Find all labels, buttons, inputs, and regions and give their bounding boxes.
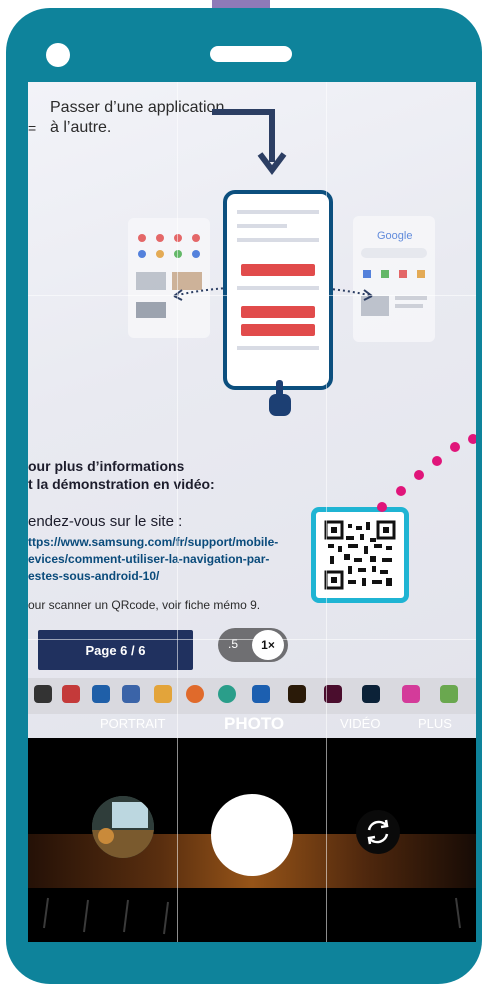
slide-title-line1: Passer d’une application: [50, 99, 225, 116]
viewfinder-slide: = Passer d’une application à l’autre. Go…: [28, 82, 476, 772]
ghost-google-label: Google: [377, 230, 413, 242]
camera-screen: = Passer d’une application à l’autre. Go…: [28, 82, 476, 942]
phone-frame: = Passer d’une application à l’autre. Go…: [6, 8, 482, 984]
camera-controls: [28, 738, 476, 942]
photoshop-icon: [362, 685, 380, 703]
ill-bar: [237, 238, 319, 242]
page-indicator: Page 6 / 6: [38, 630, 193, 670]
app-icon: [402, 685, 420, 703]
ill-bar: [237, 210, 319, 214]
illustrator-icon: [288, 685, 306, 703]
info-line1: our plus d’informations: [28, 458, 185, 474]
ill-bar: [237, 346, 319, 350]
grid-line: [28, 639, 476, 640]
pink-dot: [396, 486, 406, 496]
qr-code-icon: [324, 520, 396, 590]
outlook-icon: [252, 685, 270, 703]
pink-dot: [468, 434, 476, 444]
photographed-taskbar: [28, 678, 476, 714]
edge-icon: [218, 685, 236, 703]
gallery-thumbnail-preview: [92, 796, 154, 858]
mode-more[interactable]: PLUS: [418, 716, 452, 731]
url-text: ttps://www.samsung.com/fr/support/mobile…: [28, 534, 278, 585]
pink-dot: [432, 456, 442, 466]
slide-title: Passer d’une application à l’autre.: [50, 98, 224, 138]
gallery-thumbnail[interactable]: [92, 796, 154, 858]
pink-dot: [450, 442, 460, 452]
taskbar-app-icon: [62, 685, 80, 703]
slack-icon: [440, 685, 458, 703]
url-line1: ttps://www.samsung.com/fr/support/mobile…: [28, 535, 279, 549]
mode-video[interactable]: VIDÉO: [340, 716, 380, 731]
phone-illustration: [223, 190, 333, 390]
flip-camera-icon: [367, 819, 389, 845]
info-text: our plus d’informations t la démonstrati…: [28, 457, 215, 493]
speaker-slot: [210, 46, 292, 62]
teams-icon: [122, 685, 140, 703]
pink-dot: [414, 470, 424, 480]
ill-bar: [237, 286, 319, 290]
page-frame: = Passer d’une application à l’autre. Go…: [0, 0, 484, 989]
scan-note: our scanner un QRcode, voir fiche mémo 9…: [28, 598, 261, 612]
pink-dot: [377, 502, 387, 512]
ill-card: [241, 324, 315, 336]
linkedin-icon: [92, 685, 110, 703]
table-edge-lines: [43, 897, 461, 935]
grid-line: [28, 295, 476, 296]
ill-card: [241, 264, 315, 276]
rendez-text: endez-vous sur le site :: [28, 513, 183, 530]
equals-mark: =: [28, 120, 37, 136]
shutter-button[interactable]: [211, 794, 293, 876]
ill-bar: [237, 224, 287, 228]
camera-mode-bar: PORTRAIT PHOTO VIDÉO PLUS: [28, 714, 476, 738]
down-arrow-icon: [212, 109, 287, 175]
grid-line: [177, 82, 178, 942]
flip-camera-button[interactable]: [356, 810, 400, 854]
folder-icon: [154, 685, 172, 703]
firefox-icon: [186, 685, 204, 703]
info-line2: t la démonstration en vidéo:: [28, 476, 215, 492]
url-line3: estes-sous-android-10/: [28, 569, 160, 583]
zoom-option-1x[interactable]: 1×: [252, 630, 284, 660]
taskbar-app-icon: [34, 685, 52, 703]
grid-line: [326, 82, 327, 942]
hand-icon: [269, 380, 291, 416]
url-line2: evices/comment-utiliser-la-navigation-pa…: [28, 552, 270, 566]
front-camera-dot: [46, 43, 70, 67]
mode-photo[interactable]: PHOTO: [224, 714, 284, 734]
slide-title-line2: à l’autre.: [50, 119, 112, 136]
mode-portrait[interactable]: PORTRAIT: [100, 716, 166, 731]
zoom-toggle[interactable]: .5 1×: [218, 628, 288, 662]
ill-card: [241, 306, 315, 318]
